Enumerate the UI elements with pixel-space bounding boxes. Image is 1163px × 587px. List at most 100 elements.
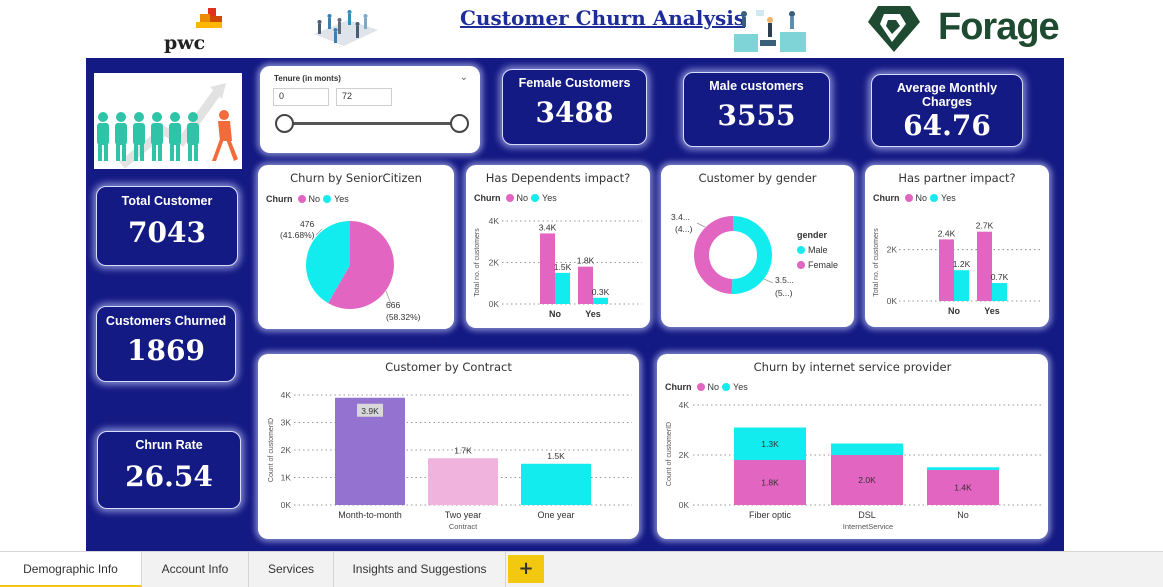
tenure-slicer[interactable]: Tenure (in monts) ⌄ 0 72 — [260, 66, 480, 153]
bar-yes-yes — [593, 297, 608, 304]
kpi-male-label: Male customers — [709, 79, 804, 93]
kpi-churned-value: 1869 — [127, 334, 205, 367]
chart-partner[interactable]: Has partner impact? Churn No Yes Total n… — [865, 165, 1049, 327]
kpi-female-customers: Female Customers 3488 — [502, 69, 647, 145]
kpi-total-value: 7043 — [128, 216, 206, 249]
tab-account-info[interactable]: Account Info — [142, 552, 249, 587]
chart-internet-plot: Count of customerID 0K 2K 4K 1.8K 1.3K Fiber o… — [666, 400, 1041, 531]
x-axis-title: InternetService — [843, 522, 893, 531]
bar-data-label-yes: 1.3K — [761, 439, 779, 449]
y-axis-title: Count of customerID — [268, 418, 275, 482]
y-tick-label: 2K — [281, 445, 292, 455]
y-tick-label: 2K — [489, 258, 500, 268]
chart-senior-plot: 666 (58.32%) 476(41.68%) — [280, 219, 421, 322]
y-tick-label: 0K — [887, 296, 898, 306]
add-page-button[interactable]: + — [508, 555, 544, 583]
kpi-avg-charges-label: Average Monthly Charges — [896, 81, 998, 109]
tab-insights-and-suggestions[interactable]: Insights and Suggestions — [334, 552, 506, 587]
customer-churn-people-icon — [97, 83, 238, 169]
bar-data-label-no: 1.4K — [954, 483, 972, 493]
chart-senior-citizen[interactable]: Churn by SeniorCitizen Churn No Yes 666(… — [258, 165, 454, 329]
kpi-churn-rate: Chrun Rate 26.54 — [97, 431, 241, 509]
y-axis-title: Total no. of customers — [873, 228, 880, 297]
x-tick-label: Fiber optic — [749, 510, 792, 520]
donut-slice-female — [693, 216, 733, 294]
y-tick-label: 4K — [679, 400, 690, 410]
tenure-min-input[interactable]: 0 — [273, 88, 329, 106]
bar-data-label: 2.7K — [976, 221, 994, 231]
pwc-blocks-icon — [196, 8, 222, 28]
bar-data-label-no: 1.8K — [761, 478, 779, 488]
bar-data-label: 1.5K — [547, 451, 565, 461]
x-tick-label: DSL — [858, 510, 876, 520]
tenure-slicer-label: Tenure (in monts) — [274, 74, 341, 83]
x-tick-label: Month-to-month — [338, 510, 402, 520]
chart-dependents-plot: Total no. of customers 0K 2K 4K 3.4K 1.5K No 1.… — [474, 216, 642, 319]
y-tick-label: 0K — [679, 500, 690, 510]
bar-data-label: 2.4K — [938, 228, 956, 238]
chart-contract-plot: Count of customerID 0K 1K 2K 3K 4K 3.9K Month-t… — [268, 390, 632, 531]
bar-two-year — [428, 458, 498, 505]
pie-label-yes-value: 476 — [300, 219, 314, 229]
bar-data-label: 3.9K — [361, 406, 379, 416]
forage-logo-icon — [868, 6, 920, 52]
bar-data-label-no: 2.0K — [858, 475, 876, 485]
x-tick-label: No — [957, 510, 969, 520]
kpi-male-customers: Male customers 3555 — [683, 72, 830, 147]
bar-yes-no — [578, 266, 593, 304]
churn-illustration — [94, 73, 242, 169]
y-tick-label: 1K — [281, 473, 292, 483]
tenure-slider-min-handle[interactable] — [275, 114, 294, 133]
donut-label-female-pct: (4...) — [675, 224, 693, 234]
x-tick-label: Two year — [445, 510, 482, 520]
x-tick-label: No — [549, 309, 561, 319]
kpi-total-customer: Total Customer 7043 — [96, 186, 238, 266]
bar-yes-yes — [992, 283, 1007, 301]
x-tick-label: Yes — [585, 309, 601, 319]
y-axis-title: Count of customerID — [666, 422, 673, 486]
bar-data-label: 0.7K — [991, 272, 1009, 282]
donut-label-male-pct: (5...) — [775, 288, 793, 298]
tenure-slider-track[interactable] — [284, 122, 460, 125]
x-tick-label: No — [948, 306, 960, 316]
bar-data-label: 1.7K — [454, 445, 472, 455]
bar-no-yes — [954, 270, 969, 301]
bar-dsl-yes — [831, 443, 903, 455]
y-tick-label: 3K — [281, 418, 292, 428]
chart-gender[interactable]: Customer by gender gender Male Female 3.… — [661, 165, 854, 327]
y-axis-title: Total no. of customers — [474, 228, 481, 297]
kpi-avg-charges-value: 64.76 — [903, 109, 991, 142]
pie-label-no-value: 666 — [386, 300, 400, 310]
y-tick-label: 0K — [281, 500, 292, 510]
chart-partner-plot: Total no. of customers 0K 2K 2.4K 1.2K No 2.7K… — [873, 221, 1041, 316]
bar-data-label: 3.4K — [539, 222, 557, 232]
tab-services[interactable]: Services — [249, 552, 334, 587]
kpi-average-monthly-charges: Average Monthly Charges 64.76 — [871, 74, 1023, 147]
chart-dependents[interactable]: Has Dependents impact? Churn No Yes Tota… — [466, 165, 650, 328]
donut-slice-male — [731, 216, 772, 294]
y-tick-label: 0K — [489, 299, 500, 309]
report-header: pwc Customer Churn Analysis Forage — [86, 0, 1064, 58]
bar-no-yes — [927, 467, 999, 470]
forage-logo-text: Forage — [938, 6, 1060, 48]
crowd-illustration-icon — [314, 10, 378, 46]
x-tick-label: Yes — [984, 306, 1000, 316]
x-tick-label: One year — [537, 510, 574, 520]
tab-demographic-info[interactable]: Demographic Info — [0, 552, 142, 587]
kpi-rate-label: Chrun Rate — [135, 438, 203, 452]
tenure-max-input[interactable]: 72 — [336, 88, 392, 106]
bar-data-label: 0.3K — [592, 287, 610, 297]
chart-internet-service[interactable]: Churn by internet service provider Churn… — [657, 354, 1048, 539]
donut-label-female-value: 3.4... — [671, 212, 690, 222]
kpi-female-label: Female Customers — [518, 76, 631, 90]
bar-yes-no — [977, 231, 992, 301]
tenure-slider-max-handle[interactable] — [450, 114, 469, 133]
page-tabs-bar: Demographic Info Account Info Services I… — [0, 551, 1163, 587]
bar-no-yes — [555, 272, 570, 304]
kpi-customers-churned: Customers Churned 1869 — [96, 306, 236, 382]
bar-data-label: 1.2K — [953, 259, 971, 269]
leader-line-male — [763, 278, 774, 284]
bar-no-no — [939, 239, 954, 301]
chart-contract[interactable]: Customer by Contract Count of customerID… — [258, 354, 639, 539]
chevron-down-icon[interactable]: ⌄ — [460, 72, 468, 83]
